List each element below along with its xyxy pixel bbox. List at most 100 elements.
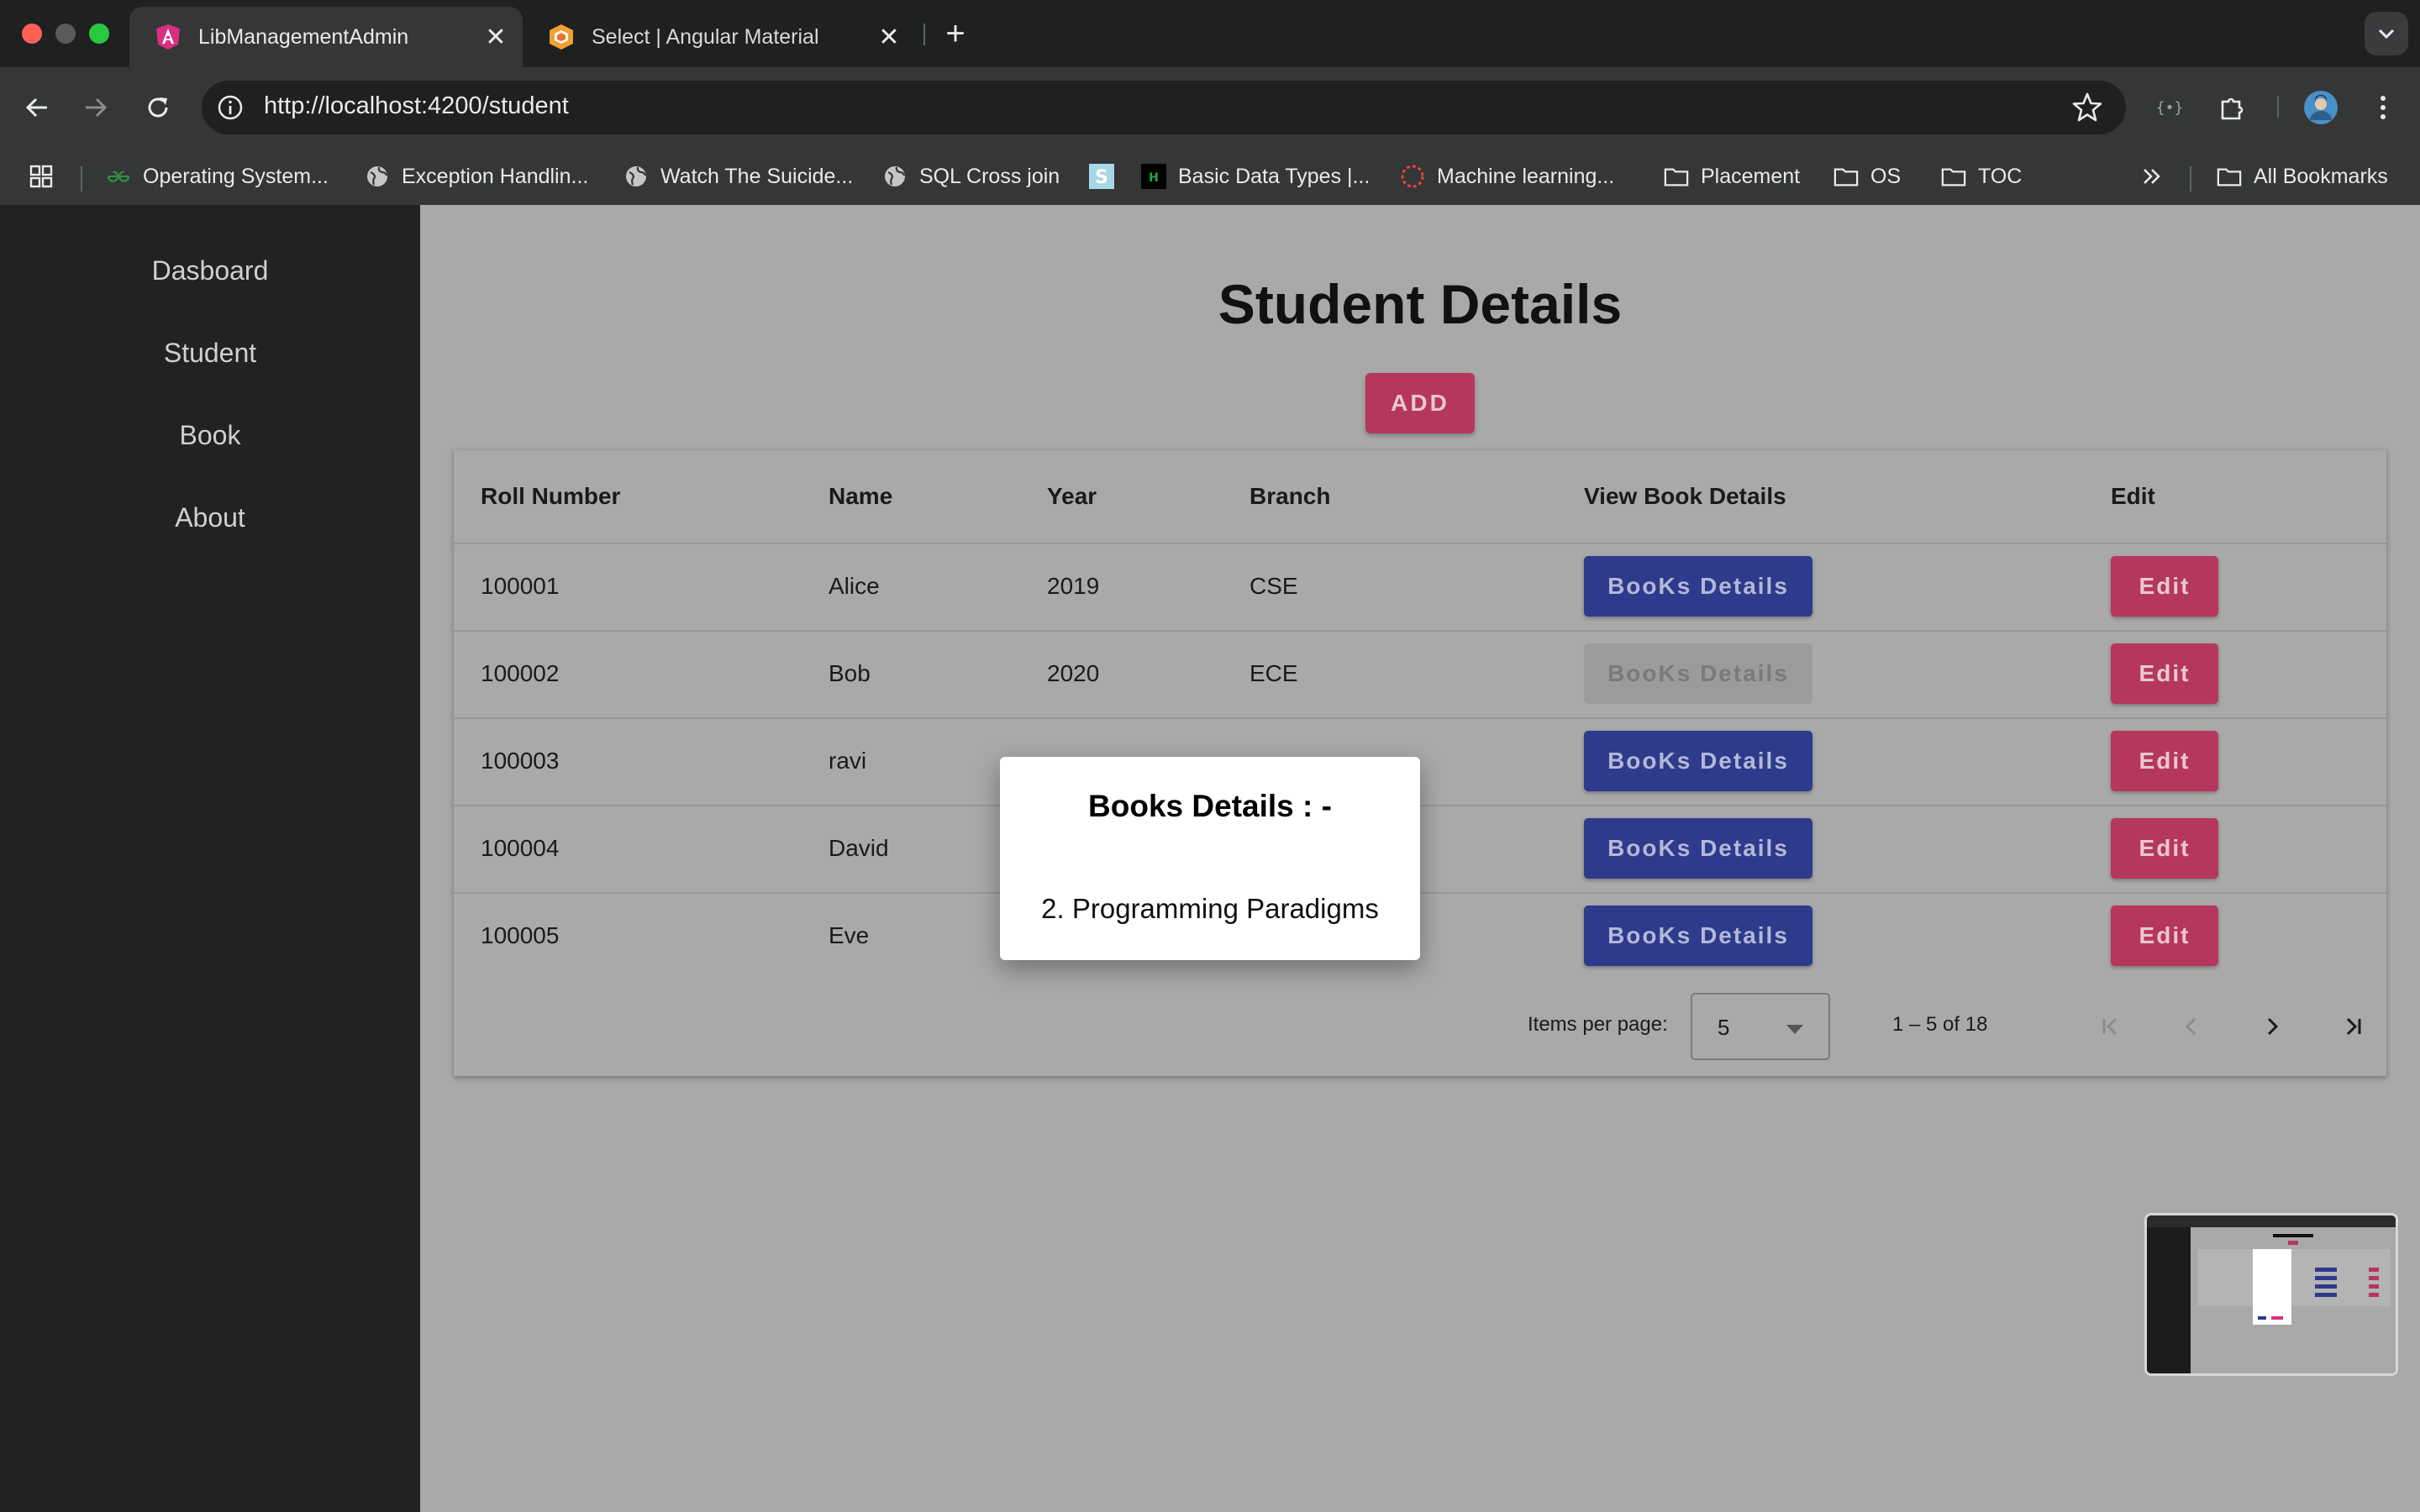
back-button[interactable]	[15, 86, 59, 129]
forward-button[interactable]	[74, 86, 118, 129]
tab-title: Select | Angular Material	[592, 24, 819, 49]
bookmark-basic-data-types[interactable]: H Basic Data Types |...	[1141, 160, 1370, 193]
edit-cell: Edit	[2111, 805, 2218, 892]
cell-roll-number: 100005	[481, 922, 560, 948]
arrow-left-icon	[25, 97, 47, 118]
svg-text:{•}: {•}	[2156, 99, 2184, 117]
url-text: http://localhost:4200/student	[264, 92, 569, 119]
address-bar[interactable]: http://localhost:4200/student	[202, 81, 2126, 134]
chevron-down-icon	[2378, 29, 2395, 39]
edit-button[interactable]: Edit	[2111, 731, 2218, 791]
arrow-right-icon	[86, 97, 108, 118]
browser-toolbar: http://localhost:4200/student {•}	[0, 67, 2420, 148]
last-page-icon	[2346, 1017, 2361, 1036]
angular-icon	[155, 24, 182, 50]
items-per-page-select[interactable]: 5	[1691, 993, 1830, 1060]
puzzle-icon	[2221, 97, 2244, 120]
cell-name: Alice	[829, 573, 880, 599]
new-tab-button[interactable]: +	[937, 15, 974, 52]
reload-button[interactable]	[136, 86, 180, 129]
svg-text:H: H	[1149, 171, 1159, 185]
bookmarks-bar: Operating System... Exception Handlin...…	[0, 148, 2420, 207]
close-tab-icon[interactable]: ✕	[482, 24, 509, 51]
double-chevron-right-icon	[2139, 164, 2165, 189]
edit-button[interactable]: Edit	[2111, 818, 2218, 879]
books-details-button[interactable]: BooKs Details	[1584, 818, 1812, 879]
geeksforgeeks-icon	[106, 164, 131, 189]
table-row: 100001 Alice 2019 CSE BooKs Details Edit	[454, 543, 2386, 632]
cell-roll-number: 100002	[481, 660, 560, 686]
maximize-window-button[interactable]	[89, 24, 109, 44]
cell-roll-number: 100003	[481, 748, 560, 774]
previous-page-button	[2170, 1005, 2213, 1048]
hackerrank-icon: H	[1141, 164, 1166, 189]
apps-grid-icon	[29, 164, 54, 189]
tab-libmanagementadmin[interactable]: LibManagementAdmin ✕	[129, 7, 523, 67]
all-bookmarks-button[interactable]: All Bookmarks	[2217, 160, 2388, 193]
table-header-row: Roll Number Name Year Branch View Book D…	[454, 450, 2386, 544]
books-details-button[interactable]: BooKs Details	[1584, 556, 1812, 617]
paginator: Items per page: 5 1 – 5 of 18	[454, 979, 2386, 1076]
sidebar-item-about[interactable]: About	[0, 502, 420, 533]
avatar-icon	[2304, 91, 2338, 124]
reload-icon	[148, 97, 168, 118]
header-edit: Edit	[2111, 483, 2155, 509]
folder-icon	[1941, 164, 1966, 189]
tab-angular-material[interactable]: Select | Angular Material ✕	[523, 7, 916, 67]
header-branch[interactable]: Branch	[1249, 450, 1330, 543]
bookmark-operating-system[interactable]: Operating System...	[106, 160, 329, 193]
books-details-button[interactable]: BooKs Details	[1584, 906, 1812, 966]
bookmark-folder-placement[interactable]: Placement	[1664, 160, 1800, 193]
edit-button[interactable]: Edit	[2111, 906, 2218, 966]
bookmark-star-icon[interactable]	[2070, 91, 2104, 124]
edit-cell: Edit	[2111, 892, 2218, 979]
books-details-button[interactable]: BooKs Details	[1584, 731, 1812, 791]
dialog-book-item: 2. Programming Paradigms	[1041, 893, 1379, 924]
bookmark-separator	[2190, 166, 2191, 192]
student-table: Roll Number Name Year Branch View Book D…	[454, 450, 2386, 1076]
header-year[interactable]: Year	[1047, 450, 1097, 543]
bookmark-label: SQL Cross join	[919, 164, 1060, 188]
chevron-left-icon	[2185, 1017, 2196, 1036]
bookmark-separator	[81, 166, 82, 192]
sidebar-item-book[interactable]: Book	[0, 420, 420, 451]
bookmark-folder-os[interactable]: OS	[1833, 160, 1901, 193]
header-roll-number[interactable]: Roll Number	[481, 450, 620, 543]
extension-icon-button[interactable]: {•}	[2148, 86, 2191, 129]
minimize-window-button[interactable]	[55, 24, 76, 44]
cell-name: Eve	[829, 922, 870, 948]
bookmark-folder-toc[interactable]: TOC	[1941, 160, 2022, 193]
sidebar-item-dashboard[interactable]: Dasboard	[0, 255, 420, 286]
profile-avatar[interactable]	[2299, 86, 2343, 129]
folder-icon	[1833, 164, 1859, 189]
bookmark-sql-cross-join[interactable]: SQL Cross join	[882, 160, 1060, 193]
tab-search-button[interactable]	[2365, 12, 2408, 55]
table-row: 100003 ravi BooKs Details Edit	[454, 717, 2386, 806]
add-student-button[interactable]: ADD	[1365, 373, 1475, 433]
bookmark-label: Basic Data Types |...	[1178, 164, 1370, 188]
extensions-button[interactable]	[2210, 86, 2254, 129]
browser-menu-button[interactable]	[2361, 86, 2405, 129]
bookmark-exception-handling[interactable]: Exception Handlin...	[365, 160, 588, 193]
apps-button[interactable]	[29, 160, 66, 193]
bookmark-watch-the-suicide[interactable]: Watch The Suicide...	[623, 160, 853, 193]
books-details-button-disabled: BooKs Details	[1584, 643, 1812, 704]
angular-material-icon	[548, 24, 575, 50]
site-info-icon[interactable]	[215, 92, 245, 123]
edit-button[interactable]: Edit	[2111, 643, 2218, 704]
more-bookmarks-button[interactable]	[2139, 160, 2176, 193]
first-page-button	[2089, 1005, 2133, 1048]
last-page-button[interactable]	[2331, 1005, 2375, 1048]
sidebar-item-student[interactable]: Student	[0, 338, 420, 369]
screenshot-thumbnail[interactable]	[2144, 1213, 2398, 1376]
globe-icon	[882, 164, 908, 189]
header-name[interactable]: Name	[829, 450, 892, 543]
close-window-button[interactable]	[22, 24, 42, 44]
bookmark-s-square[interactable]: S	[1089, 160, 1126, 193]
close-tab-icon[interactable]: ✕	[876, 24, 902, 51]
more-vert-icon	[2381, 96, 2386, 119]
bookmark-machine-learning[interactable]: Machine learning...	[1400, 160, 1614, 193]
dropdown-arrow-icon	[1786, 1025, 1803, 1034]
edit-button[interactable]: Edit	[2111, 556, 2218, 617]
next-page-button[interactable]	[2250, 1005, 2294, 1048]
